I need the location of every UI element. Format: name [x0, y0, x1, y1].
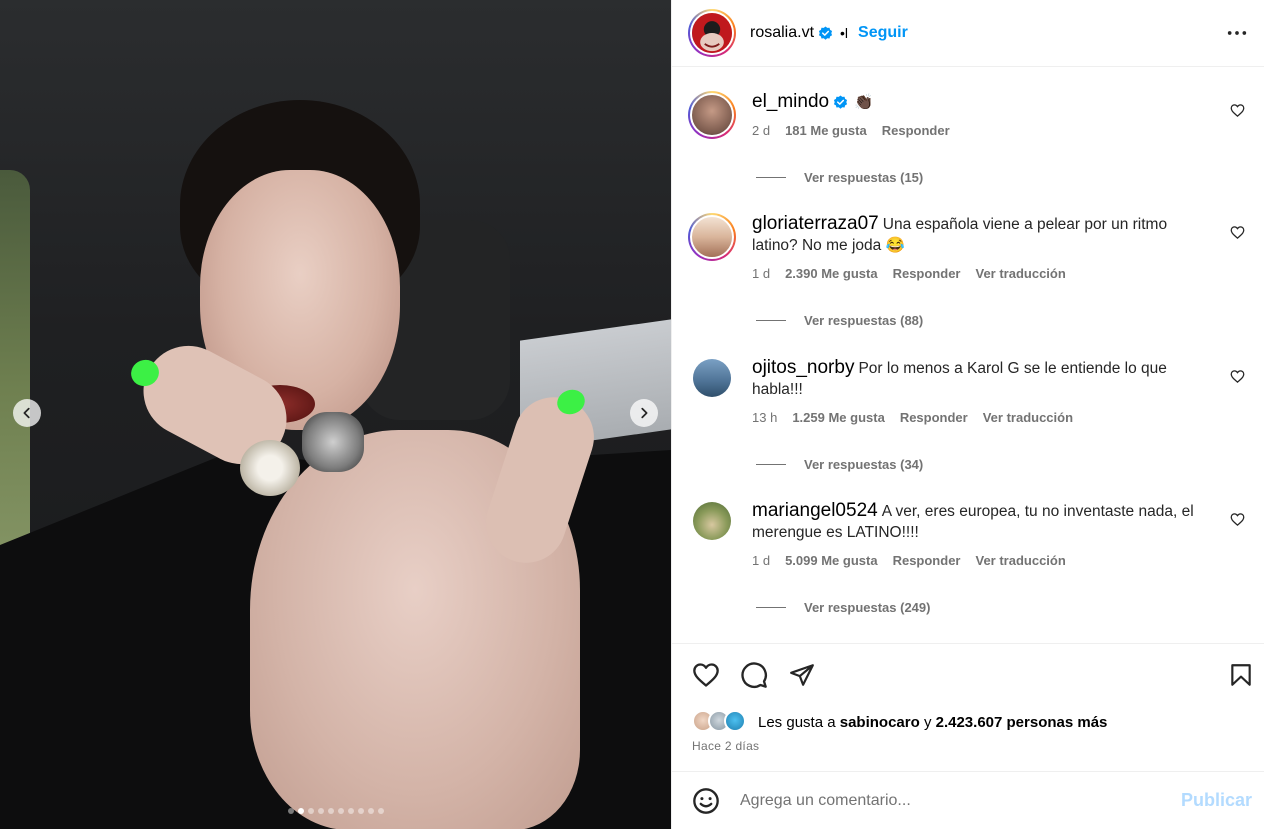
comment-username[interactable]: gloriaterraza07 — [752, 213, 879, 234]
comment-like-button[interactable] — [1230, 103, 1246, 119]
comment-item: gloriaterraza07 Una española viene a pele… — [688, 213, 1256, 328]
heart-icon — [1230, 370, 1245, 383]
more-options-icon — [1227, 31, 1247, 35]
carousel-indicator — [0, 808, 671, 814]
reply-button[interactable]: Responder — [893, 266, 961, 281]
carousel-dot — [327, 808, 334, 814]
likes-connector: y — [923, 713, 932, 731]
carousel-dot — [317, 808, 324, 814]
commenter-avatar[interactable] — [693, 502, 731, 540]
comment-input[interactable] — [740, 791, 1181, 810]
comment-like-button[interactable] — [1230, 225, 1246, 241]
like-button[interactable] — [691, 660, 721, 690]
view-replies-label: Ver respuestas (88) — [804, 313, 924, 328]
chevron-right-icon — [641, 407, 648, 419]
comment-button[interactable] — [739, 660, 769, 690]
author-avatar[interactable] — [688, 9, 736, 57]
comment-time[interactable]: 1 d — [752, 553, 770, 568]
carousel-dot — [307, 808, 314, 814]
carousel-dot — [367, 808, 374, 814]
follow-button[interactable]: Seguir — [858, 24, 908, 42]
post-panel: rosalia.vt •l Seguir el_mindo 👏🏿 2 d 181 … — [671, 0, 1264, 829]
carousel-dot — [297, 808, 304, 814]
reply-button[interactable]: Responder — [893, 553, 961, 568]
author-username[interactable]: rosalia.vt — [750, 24, 814, 42]
heart-icon — [693, 663, 719, 687]
post-time[interactable]: Hace 2 días — [692, 739, 759, 753]
comment-username[interactable]: el_mindo — [752, 91, 829, 112]
comment-likes[interactable]: 2.390 Me gusta — [785, 266, 878, 281]
comment-likes[interactable]: 5.099 Me gusta — [785, 553, 878, 568]
author-avatar-image — [692, 13, 732, 53]
emoji-button[interactable] — [692, 787, 720, 815]
verified-badge-icon — [833, 95, 848, 110]
view-replies-label: Ver respuestas (15) — [804, 170, 924, 185]
translate-button[interactable]: Ver traducción — [983, 410, 1073, 425]
carousel-prev-button[interactable] — [13, 399, 41, 427]
comment-meta: 13 h 1.259 Me gusta Responder Ver traduc… — [752, 410, 1256, 425]
liker-avatars[interactable] — [692, 710, 748, 734]
reply-button[interactable]: Responder — [882, 123, 950, 138]
view-replies-button[interactable]: Ver respuestas (15) — [756, 170, 1256, 185]
view-replies-button[interactable]: Ver respuestas (88) — [756, 313, 1256, 328]
commenter-avatar[interactable] — [693, 359, 731, 397]
save-button[interactable] — [1226, 660, 1256, 690]
view-replies-label: Ver respuestas (34) — [804, 457, 924, 472]
carousel-dot — [347, 808, 354, 814]
more-options-button[interactable] — [1226, 22, 1248, 44]
post-photo — [0, 0, 671, 829]
publish-button[interactable]: Publicar — [1181, 790, 1252, 811]
view-replies-label: Ver respuestas (249) — [804, 600, 931, 615]
reply-button[interactable]: Responder — [900, 410, 968, 425]
comment-meta: 2 d 181 Me gusta Responder — [752, 123, 1256, 138]
likes-summary: Les gusta a sabinocaro y 2.423.607 perso… — [692, 710, 1107, 734]
comment-meta: 1 d 5.099 Me gusta Responder Ver traducc… — [752, 553, 1256, 568]
comment-meta: 1 d 2.390 Me gusta Responder Ver traducc… — [752, 266, 1256, 281]
comment-item: mariangel0524 A ver, eres europea, tu no … — [688, 500, 1256, 615]
heart-icon — [1230, 104, 1245, 117]
comment-text: 👏🏿 — [854, 94, 874, 111]
liker-username[interactable]: sabinocaro — [840, 714, 920, 731]
likes-prefix: Les gusta a — [758, 713, 836, 731]
header-separator: •l — [840, 25, 849, 41]
commenter-avatar[interactable] — [688, 213, 736, 261]
carousel-dot — [337, 808, 344, 814]
comment-likes[interactable]: 181 Me gusta — [785, 123, 867, 138]
silver-ring — [302, 412, 364, 472]
chevron-left-icon — [23, 407, 30, 419]
comment-item: el_mindo 👏🏿 2 d 181 Me gusta Responder Ve… — [688, 91, 1256, 185]
translate-button[interactable]: Ver traducción — [975, 266, 1065, 281]
likes-count[interactable]: 2.423.607 personas más — [936, 714, 1108, 731]
view-replies-button[interactable]: Ver respuestas (249) — [756, 600, 1256, 615]
comment-like-button[interactable] — [1230, 512, 1246, 528]
comment-item: ojitos_norby Por lo menos a Karol G se le… — [688, 357, 1256, 472]
share-button[interactable] — [787, 660, 817, 690]
carousel-dot — [287, 808, 294, 814]
comment-username[interactable]: ojitos_norby — [752, 357, 854, 378]
add-comment-bar: Publicar — [672, 771, 1264, 829]
pearl-ring — [240, 440, 300, 496]
emoji-icon — [693, 787, 719, 814]
heart-icon — [1230, 513, 1245, 526]
share-icon — [790, 664, 814, 686]
post-header: rosalia.vt •l Seguir — [672, 0, 1264, 67]
comment-like-button[interactable] — [1230, 369, 1246, 385]
bookmark-icon — [1231, 664, 1251, 686]
comment-username[interactable]: mariangel0524 — [752, 500, 878, 521]
translate-button[interactable]: Ver traducción — [975, 553, 1065, 568]
verified-badge-icon — [818, 25, 833, 41]
comment-time[interactable]: 1 d — [752, 266, 770, 281]
carousel-dot — [377, 808, 384, 814]
heart-icon — [1230, 226, 1245, 239]
carousel-next-button[interactable] — [630, 399, 658, 427]
comment-time[interactable]: 13 h — [752, 410, 777, 425]
comment-time[interactable]: 2 d — [752, 123, 770, 138]
view-replies-button[interactable]: Ver respuestas (34) — [756, 457, 1256, 472]
comments-list[interactable]: el_mindo 👏🏿 2 d 181 Me gusta Responder Ve… — [672, 67, 1264, 643]
comment-likes[interactable]: 1.259 Me gusta — [792, 410, 885, 425]
comment-icon — [741, 662, 767, 688]
commenter-avatar[interactable] — [688, 91, 736, 139]
post-actions: Les gusta a sabinocaro y 2.423.607 perso… — [672, 643, 1264, 771]
carousel-dot — [357, 808, 364, 814]
